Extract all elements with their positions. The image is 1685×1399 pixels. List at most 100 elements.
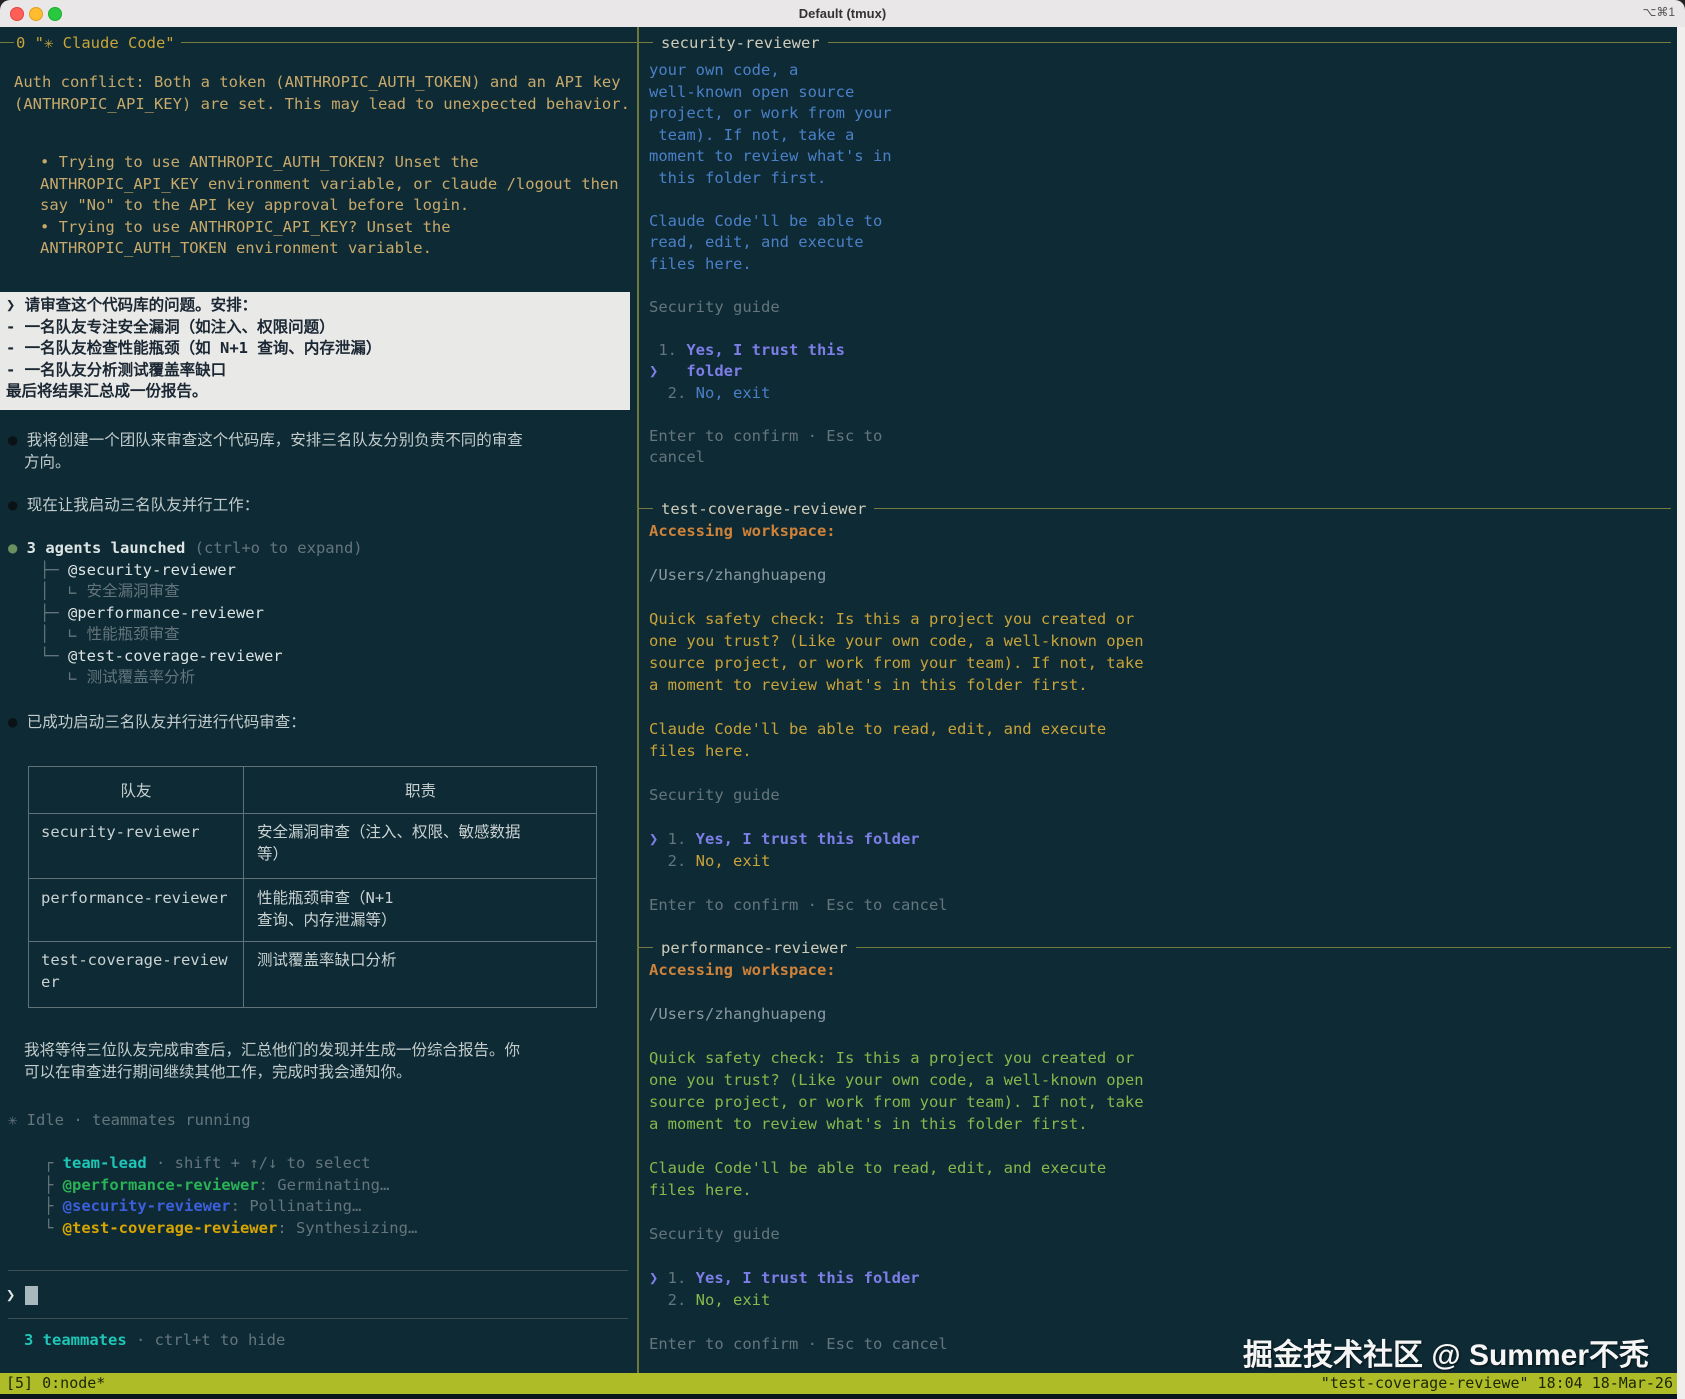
text-line: 最后将结果汇总成一份报告。: [6, 382, 208, 400]
option-trust-folder[interactable]: ❯ 1. Yes, I trust this folder: [649, 1267, 1144, 1289]
table-row-divider: [29, 813, 596, 814]
terminal-window: Default (tmux) ⌥⌘1 0 "✳ Claude Code" Aut…: [0, 0, 1685, 1399]
text-line: ✳ Idle · teammates running: [8, 1111, 251, 1129]
teammates-count: 3 teammates: [24, 1331, 127, 1349]
table-row: test-coverage-review er: [41, 951, 228, 991]
text-line: say "No" to the API key approval before …: [40, 196, 470, 214]
input-prompt-line[interactable]: ❯: [6, 1285, 39, 1307]
input-separator-top: [8, 1270, 628, 1271]
confirm-hint: cancel: [649, 448, 705, 466]
agent-task: ∟ 测试覆盖率分析: [40, 668, 196, 686]
performance-pane-title-row: performance-reviewer: [639, 937, 1671, 959]
text-cursor: [25, 1286, 39, 1305]
left-pane-claude-code[interactable]: 0 "✳ Claude Code" Auth conflict: Both a …: [0, 27, 637, 1373]
pane-border-line: [639, 508, 653, 510]
table-row: security-reviewer: [41, 823, 200, 841]
table-row: performance-reviewer: [41, 889, 228, 907]
text-line: 我将等待三位队友完成审查后，汇总他们的发现并生成一份综合报告。你: [24, 1041, 521, 1059]
text-line: project, or work from your: [649, 104, 892, 122]
tmux-status-right: "test-coverage-reviewe" 18:04 18-Mar-26: [1320, 1374, 1673, 1392]
table-header-name: 队友: [120, 782, 152, 800]
table-cell-duty: 性能瓶颈审查（N+1 查询、内存泄漏等）: [257, 889, 397, 929]
text-line: read, edit, and execute: [649, 233, 864, 251]
text-line: 方向。: [24, 452, 71, 471]
team-member-row[interactable]: ├ @performance-reviewer: Germinating…: [44, 1175, 417, 1197]
agent-item: ├─ @performance-reviewer: [40, 603, 264, 622]
text-line: ● 已成功启动三名队友并行进行代码审查：: [8, 713, 306, 731]
text-line: - 一名队友检查性能瓶颈（如 N+1 查询、内存泄漏）: [6, 339, 382, 357]
agents-launched-header: ● 3 agents launched (ctrl+o to expand): [8, 539, 363, 557]
response-bullet-icon: ●: [8, 496, 18, 514]
coverage-pane-title-row: test-coverage-reviewer: [639, 498, 1671, 520]
security-guide-label: Security guide: [649, 786, 780, 804]
text-line: - 一名队友分析测试覆盖率缺口: [6, 360, 227, 379]
agents-launched-block[interactable]: ● 3 agents launched (ctrl+o to expand) ├…: [8, 538, 363, 689]
option-trust-folder-wrap[interactable]: ❯ folder: [649, 361, 892, 383]
window-shortcut-badge: ⌥⌘1: [1642, 5, 1675, 19]
text-line: files here.: [649, 1181, 752, 1199]
pane-performance-reviewer[interactable]: performance-reviewer Accessing workspace…: [639, 932, 1677, 1373]
spinner-icon: ✳: [8, 1111, 27, 1129]
confirm-hint: Enter to confirm · Esc to cancel: [649, 1335, 948, 1353]
tmux-window-item[interactable]: [5] 0:node*: [6, 1373, 105, 1394]
text-line: • Trying to use ANTHROPIC_AUTH_TOKEN? Un…: [40, 153, 479, 171]
option-trust-folder[interactable]: 1. Yes, I trust this: [649, 340, 892, 362]
option-no-exit[interactable]: 2. No, exit: [649, 1289, 1144, 1311]
left-pane-title-row: 0 "✳ Claude Code": [0, 32, 637, 54]
prompt-marker: ❯: [6, 296, 25, 314]
closing-paragraph: 我将等待三位队友完成审查后，汇总他们的发现并生成一份综合报告。你 可以在审查进行…: [24, 1040, 520, 1083]
option-no-exit[interactable]: 2. No, exit: [649, 383, 892, 405]
pane-border-line: [0, 42, 14, 44]
text-line: one you trust? (Like your own code, a we…: [649, 1071, 1144, 1089]
confirm-hint: Enter to confirm · Esc to cancel: [649, 896, 948, 914]
text-line: source project, or work from your team).…: [649, 1093, 1144, 1111]
pane-border-line: [639, 42, 653, 44]
team-member-row[interactable]: └ @test-coverage-reviewer: Synthesizing…: [44, 1218, 417, 1240]
accessing-workspace-label: Accessing workspace:: [649, 522, 836, 540]
table-column-divider: [243, 767, 244, 1007]
text-line: Claude Code'll be able to: [649, 211, 883, 230]
text-line: Auth conflict: Both a token (ANTHROPIC_A…: [14, 73, 621, 91]
idle-status-line: ✳ Idle · teammates running: [8, 1110, 251, 1132]
text-line: Quick safety check: Is this a project yo…: [649, 1049, 1135, 1067]
auth-tips-list: • Trying to use ANTHROPIC_AUTH_TOKEN? Un…: [40, 152, 619, 260]
text-line: Claude Code'll be able to read, edit, an…: [649, 1159, 1107, 1177]
text-line: ANTHROPIC_API_KEY environment variable, …: [40, 174, 619, 193]
assistant-response-1: ● 我将创建一个团队来审查这个代码库，安排三名队友分别负责不同的审查 方向。: [8, 430, 523, 473]
assistant-response-2: ● 现在让我启动三名队友并行工作：: [8, 495, 259, 517]
security-pane-title-row: security-reviewer: [639, 32, 1671, 54]
text-line: moment to review what's in: [649, 147, 892, 165]
text-line: team). If not, take a: [649, 125, 855, 144]
team-lead-row[interactable]: ┌ team-lead · shift + ↑/↓ to select: [44, 1153, 417, 1175]
text-line: • Trying to use ANTHROPIC_API_KEY? Unset…: [40, 217, 451, 236]
selection-marker: ❯: [649, 1269, 668, 1287]
team-member-row[interactable]: ├ @security-reviewer: Pollinating…: [44, 1196, 417, 1218]
text-line: well-known open source: [649, 82, 855, 101]
pane-border-line: [874, 508, 1671, 510]
text-line: Quick safety check: Is this a project yo…: [649, 610, 1135, 628]
option-trust-folder[interactable]: ❯ 1. Yes, I trust this folder: [649, 828, 1144, 850]
performance-pane-title: performance-reviewer: [661, 938, 848, 957]
text-line: a moment to review what's in this folder…: [649, 1115, 1088, 1133]
workspace-path: /Users/zhanghuapeng: [649, 1005, 827, 1023]
text-line: ❯ 请审查这个代码库的问题。安排：: [6, 296, 258, 314]
agent-task: │ ∟ 性能瓶颈审查: [40, 625, 180, 643]
text-line: files here.: [649, 254, 752, 273]
accessing-workspace-label: Accessing workspace:: [649, 961, 836, 979]
option-no-exit[interactable]: 2. No, exit: [649, 850, 1144, 872]
agent-item: └─ @test-coverage-reviewer: [40, 646, 283, 665]
text-line: ❯: [6, 1285, 39, 1307]
pane-security-reviewer[interactable]: security-reviewer your own code, a well-…: [639, 27, 1677, 493]
user-prompt-message: ❯ 请审查这个代码库的问题。安排： - 一名队友专注安全漏洞（如注入、权限问题）…: [0, 292, 630, 410]
text-line: (ANTHROPIC_API_KEY) are set. This may le…: [14, 94, 630, 113]
input-separator-bottom: [8, 1318, 628, 1319]
pane-test-coverage-reviewer[interactable]: test-coverage-reviewer Accessing workspa…: [639, 493, 1677, 937]
